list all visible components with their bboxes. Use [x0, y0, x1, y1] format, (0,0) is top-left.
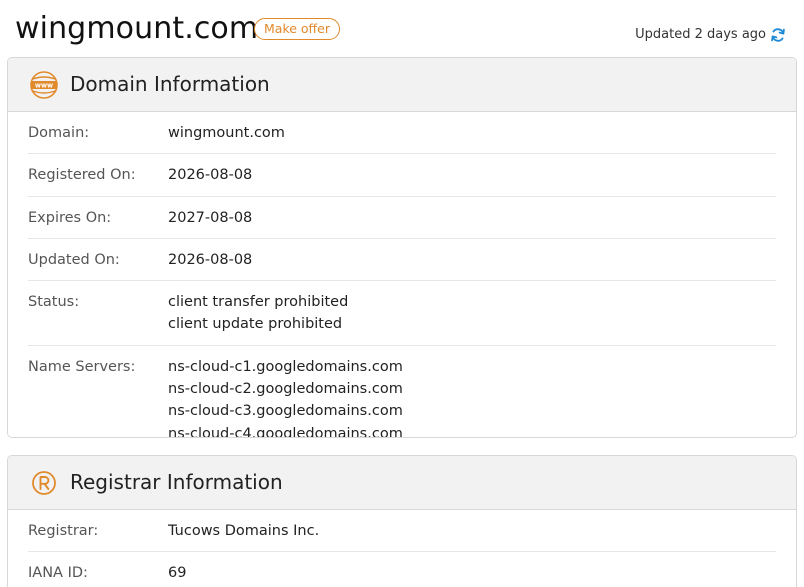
page-title: wingmount.com [15, 11, 259, 46]
row-label: Name Servers: [28, 358, 136, 375]
svg-text:www: www [35, 82, 53, 90]
info-row-registered: Registered On: 2026-08-08 [28, 154, 776, 197]
row-value: 2026-08-08 [168, 164, 252, 186]
value-line: Tucows Domains Inc. [168, 523, 320, 539]
row-label: Status: [28, 294, 80, 311]
value-line: client transfer prohibited [168, 294, 349, 311]
row-label: Domain: [28, 125, 90, 141]
panel-header: www Domain Information [8, 58, 796, 112]
registrar-info-rows: Registrar: Tucows Domains Inc. IANA ID: … [8, 510, 796, 587]
info-row-status: Status: client transfer prohibited clien… [28, 281, 776, 346]
value-line: 2027-08-08 [168, 209, 253, 226]
info-row-name-servers: Name Servers: ns-cloud-c1.googledomains.… [28, 346, 776, 438]
value-line: ns-cloud-c4.googledomains.com [168, 425, 403, 438]
updated-status: Updated 2 days ago [635, 27, 766, 42]
row-label: Registrar: [28, 523, 99, 539]
row-value: Tucows Domains Inc. [168, 520, 319, 542]
value-line: 2026-08-08 [168, 167, 253, 184]
value-line: ns-cloud-c3.googledomains.com [168, 403, 403, 420]
row-value: wingmount.com [168, 122, 285, 144]
row-label: IANA ID: [28, 565, 88, 582]
info-row-updated: Updated On: 2026-08-08 [28, 239, 776, 282]
info-row-iana-id: IANA ID: 69 [28, 552, 776, 587]
domain-information-panel: www Domain Information Domain: wingmount… [7, 57, 797, 438]
row-label: Expires On: [28, 209, 112, 226]
row-label: Updated On: [28, 251, 120, 268]
value-line: 69 [168, 565, 187, 582]
value-line: ns-cloud-c1.googledomains.com [168, 358, 403, 375]
page-header: wingmount.com Make offer Updated 2 days … [0, 0, 804, 56]
row-value: 2026-08-08 [168, 249, 252, 271]
registered-icon [32, 471, 56, 495]
make-offer-button[interactable]: Make offer [254, 18, 340, 40]
row-value: ns-cloud-c1.googledomains.com ns-cloud-c… [168, 356, 403, 438]
row-label: Registered On: [28, 167, 136, 184]
domain-info-rows: Domain: wingmount.com Registered On: 202… [8, 112, 796, 438]
value-line: client update prohibited [168, 316, 343, 333]
refresh-icon[interactable] [770, 27, 786, 43]
info-row-registrar: Registrar: Tucows Domains Inc. [28, 510, 776, 553]
value-line: ns-cloud-c2.googledomains.com [168, 381, 403, 398]
row-value: 69 [168, 562, 186, 584]
info-row-domain: Domain: wingmount.com [28, 112, 776, 155]
panel-header: Registrar Information [8, 456, 796, 510]
row-value: 2027-08-08 [168, 207, 252, 229]
row-value: client transfer prohibited client update… [168, 291, 348, 336]
www-globe-icon: www [30, 71, 58, 99]
info-row-expires: Expires On: 2027-08-08 [28, 197, 776, 239]
panel-title: Registrar Information [70, 470, 283, 494]
registrar-information-panel: Registrar Information Registrar: Tucows … [7, 455, 797, 587]
panel-title: Domain Information [70, 72, 270, 96]
value-line: 2026-08-08 [168, 251, 253, 268]
value-line: wingmount.com [168, 125, 285, 141]
